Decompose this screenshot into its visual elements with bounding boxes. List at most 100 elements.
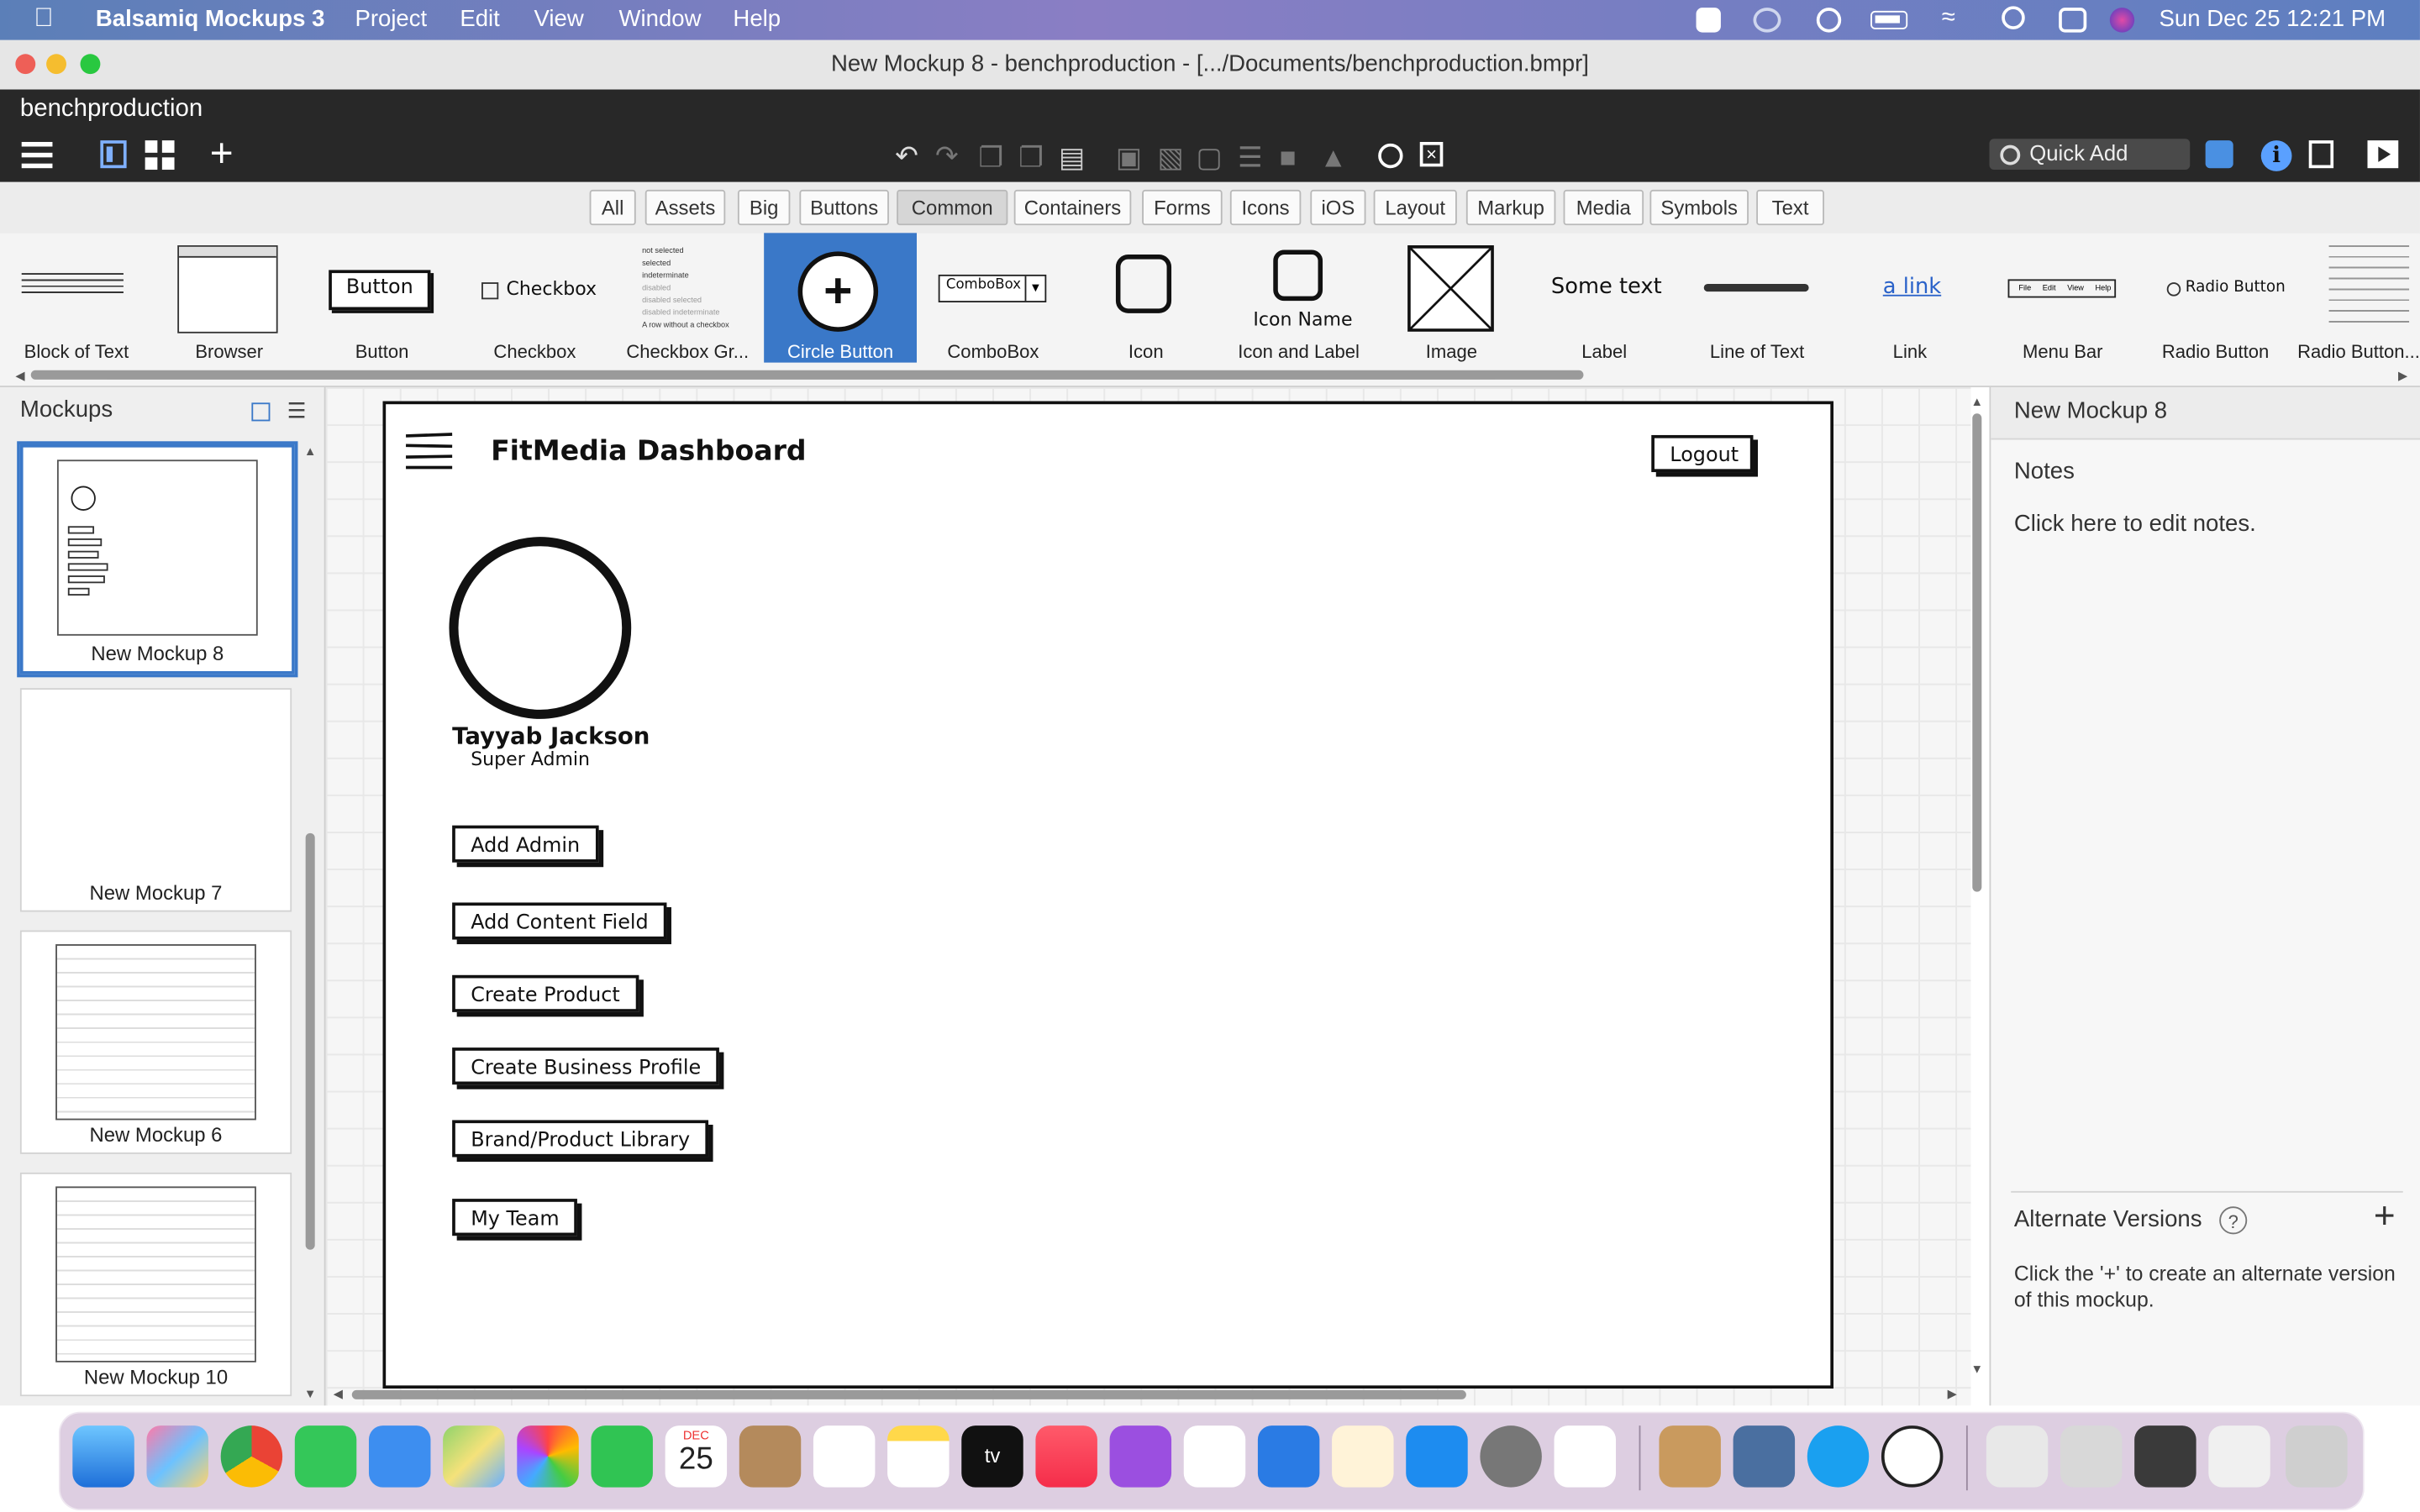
menu-help[interactable]: Help — [733, 6, 781, 32]
launchpad-icon[interactable] — [146, 1425, 208, 1488]
library-item-button[interactable]: Button Button — [306, 233, 459, 363]
filter-tab-layout[interactable]: Layout — [1373, 189, 1457, 226]
play-icon[interactable] — [1816, 8, 1842, 33]
align-icon[interactable]: ☰ — [1238, 144, 1263, 171]
add-alternate-icon[interactable]: + — [2374, 1198, 2396, 1236]
library-item-browser[interactable]: Browser — [153, 233, 306, 363]
library-item-checkbox-group[interactable]: not selected selected indeterminate disa… — [611, 233, 764, 363]
library-item-radio-button-group[interactable]: Radio Button... — [2291, 233, 2420, 363]
maps-icon[interactable] — [443, 1425, 505, 1488]
hamburger-menu-icon[interactable] — [21, 141, 55, 169]
window-thumbnail-icon[interactable] — [1986, 1425, 2049, 1488]
create-product-button[interactable]: Create Product — [452, 974, 639, 1012]
status-app-icon[interactable] — [1696, 8, 1721, 33]
duplicate-icon[interactable]: ❐ — [1018, 144, 1044, 171]
help-icon[interactable]: ? — [2219, 1206, 2248, 1235]
notes-icon[interactable] — [887, 1425, 950, 1488]
library-item-icon-and-label[interactable]: Icon Name Icon and Label — [1223, 233, 1376, 363]
filter-tab-symbols[interactable]: Symbols — [1649, 189, 1749, 226]
single-view-icon[interactable] — [100, 140, 127, 169]
filter-tab-assets[interactable]: Assets — [644, 189, 726, 226]
library-item-link[interactable]: a link Link — [1833, 233, 1986, 363]
library-item-radio-button[interactable]: Radio Button Radio Button — [2139, 233, 2292, 362]
finder-icon[interactable] — [72, 1425, 134, 1488]
podcasts-icon[interactable] — [1109, 1425, 1172, 1488]
smiley-app-icon[interactable] — [1881, 1425, 1944, 1488]
thumbnail-view-icon[interactable] — [251, 402, 271, 422]
filter-tab-markup[interactable]: Markup — [1465, 189, 1556, 226]
mockup-thumbnail-6[interactable]: New Mockup 6 — [19, 930, 292, 1154]
library-item-icon[interactable]: Icon — [1070, 233, 1223, 363]
skype-icon[interactable] — [1807, 1425, 1870, 1488]
find-icon[interactable] — [1378, 143, 1403, 169]
filter-tab-common[interactable]: Common — [897, 189, 1008, 226]
music-icon[interactable] — [1035, 1425, 1097, 1488]
my-team-button[interactable]: My Team — [452, 1199, 578, 1236]
library-item-line-of-text[interactable]: Line of Text — [1681, 233, 1833, 363]
trash-icon[interactable] — [2286, 1425, 2348, 1488]
trash-icon[interactable]: ▲ — [1319, 144, 1347, 171]
list-view-icon[interactable]: ☰ — [287, 400, 307, 422]
filter-tab-forms[interactable]: Forms — [1142, 189, 1223, 226]
menu-window[interactable]: Window — [619, 6, 702, 32]
add-mockup-icon[interactable]: + — [210, 133, 234, 173]
quick-add-field[interactable]: Quick Add — [1989, 139, 2191, 171]
clock[interactable]: Sun Dec 25 12:21 PM — [2160, 6, 2386, 32]
presentation-icon[interactable] — [2367, 140, 2399, 169]
canvas-horizontal-scrollbar[interactable]: ◀ ▶ — [334, 1387, 1957, 1402]
app-menu[interactable]: Balsamiq Mockups 3 — [96, 6, 325, 32]
filter-tab-containers[interactable]: Containers — [1013, 189, 1132, 226]
mockup-frame[interactable]: FitMedia Dashboard Logout Tayyab Jackson… — [382, 401, 1833, 1389]
siri-icon[interactable] — [2109, 8, 2135, 33]
menu-edit[interactable]: Edit — [460, 6, 499, 32]
brand-product-library-button[interactable]: Brand/Product Library — [452, 1120, 709, 1158]
app-store-icon[interactable] — [1406, 1425, 1468, 1488]
library-scrollbar[interactable]: ◀ ▶ — [15, 369, 2407, 383]
filter-tab-ios[interactable]: iOS — [1310, 189, 1366, 226]
library-item-label[interactable]: Some text Label — [1528, 233, 1681, 363]
library-item-block-of-text[interactable]: Block of Text — [0, 233, 153, 363]
media-icon[interactable] — [2205, 140, 2233, 169]
filter-tab-text[interactable]: Text — [1756, 189, 1824, 226]
notes-field[interactable]: Click here to edit notes. — [2014, 511, 2256, 537]
filter-tab-big[interactable]: Big — [737, 189, 791, 226]
mockup-thumbnail-10[interactable]: New Mockup 10 — [19, 1172, 292, 1397]
mockup-thumbnail-8[interactable]: New Mockup 8 — [19, 444, 295, 675]
library-item-menu-bar[interactable]: File Edit View Help Menu Bar — [1986, 233, 2139, 363]
menu-project[interactable]: Project — [355, 6, 427, 32]
keynote-icon[interactable] — [1257, 1425, 1320, 1488]
wifi-icon[interactable]: ≈ — [1942, 5, 1955, 33]
library-item-combobox[interactable]: ComboBox ▼ ComboBox — [917, 233, 1070, 363]
group-icon[interactable]: ▣ — [1116, 144, 1142, 171]
menu-view[interactable]: View — [534, 6, 583, 32]
logout-button[interactable]: Logout — [1651, 434, 1754, 473]
numbers-icon[interactable] — [1554, 1425, 1617, 1488]
add-content-field-button[interactable]: Add Content Field — [452, 902, 667, 940]
system-preferences-icon[interactable] — [1480, 1425, 1542, 1488]
mockups-scrollbar[interactable]: ▲ ▼ — [302, 444, 318, 1401]
control-center-icon[interactable] — [2059, 8, 2087, 33]
filter-tab-buttons[interactable]: Buttons — [799, 189, 889, 226]
library-item-checkbox[interactable]: Checkbox Checkbox — [458, 233, 611, 363]
create-business-profile-button[interactable]: Create Business Profile — [452, 1047, 720, 1085]
reminders-icon[interactable] — [813, 1425, 876, 1488]
arrange-icon[interactable]: ▢ — [1196, 144, 1222, 171]
info-icon[interactable]: i — [2260, 140, 2292, 171]
window-thumbnail-icon[interactable] — [2060, 1425, 2123, 1488]
redo-icon[interactable]: ↷ — [935, 142, 959, 170]
notes-list-icon[interactable] — [2308, 140, 2334, 169]
library-item-circle-button[interactable]: + Circle Button — [764, 233, 917, 363]
contacts-icon[interactable] — [739, 1425, 802, 1488]
window-thumbnail-icon[interactable] — [2208, 1425, 2270, 1488]
apple-tv-icon[interactable]: tv — [961, 1425, 1023, 1488]
hamburger-icon[interactable] — [406, 433, 453, 470]
filter-tab-icons[interactable]: Icons — [1229, 189, 1302, 226]
library-item-image[interactable]: Image — [1375, 233, 1528, 363]
mockup-thumbnail-7[interactable]: New Mockup 7 — [19, 688, 292, 912]
news-icon[interactable] — [1183, 1425, 1246, 1488]
add-admin-button[interactable]: Add Admin — [452, 825, 599, 863]
grid-view-icon[interactable] — [145, 140, 176, 171]
balsamiq-icon[interactable] — [1659, 1425, 1721, 1488]
canvas-vertical-scrollbar[interactable]: ▲ ▼ — [1970, 395, 1985, 1376]
lock-icon[interactable]: ■ — [1280, 144, 1297, 171]
